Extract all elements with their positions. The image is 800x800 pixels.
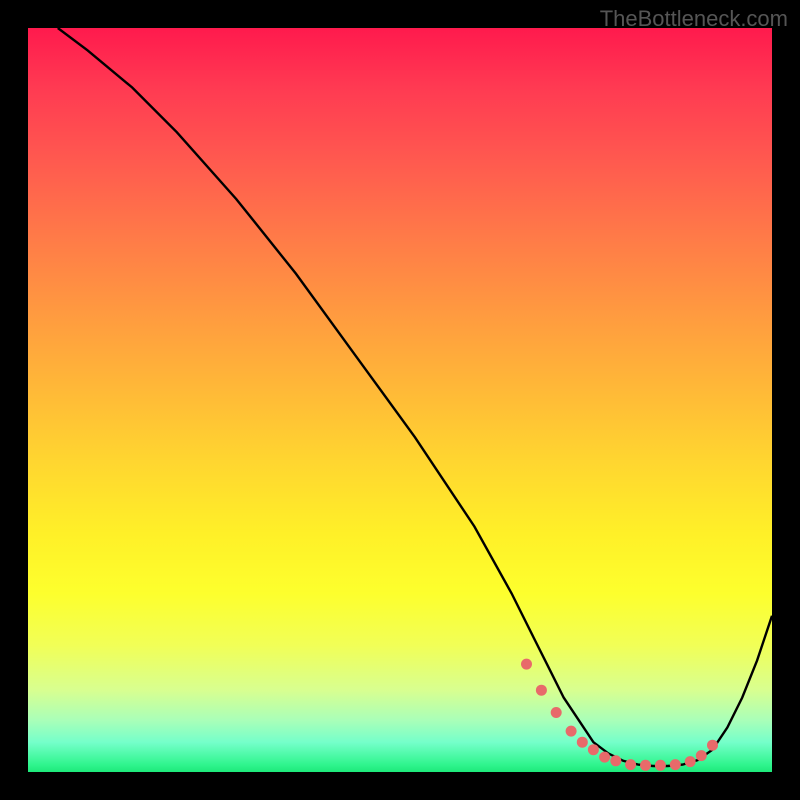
marker-dot — [670, 759, 681, 770]
marker-dot — [521, 659, 532, 670]
marker-dot — [536, 685, 547, 696]
marker-dot — [655, 760, 666, 771]
marker-dot — [566, 726, 577, 737]
marker-dot — [588, 744, 599, 755]
marker-dot — [640, 760, 651, 771]
chart-svg — [28, 28, 772, 772]
optimal-range-dots — [521, 659, 718, 771]
watermark-text: TheBottleneck.com — [600, 6, 788, 32]
marker-dot — [577, 737, 588, 748]
marker-dot — [625, 759, 636, 770]
marker-dot — [685, 756, 696, 767]
bottleneck-curve-line — [58, 28, 772, 766]
marker-dot — [551, 707, 562, 718]
marker-dot — [696, 750, 707, 761]
plot-area — [28, 28, 772, 772]
marker-dot — [707, 740, 718, 751]
marker-dot — [599, 752, 610, 763]
marker-dot — [610, 755, 621, 766]
